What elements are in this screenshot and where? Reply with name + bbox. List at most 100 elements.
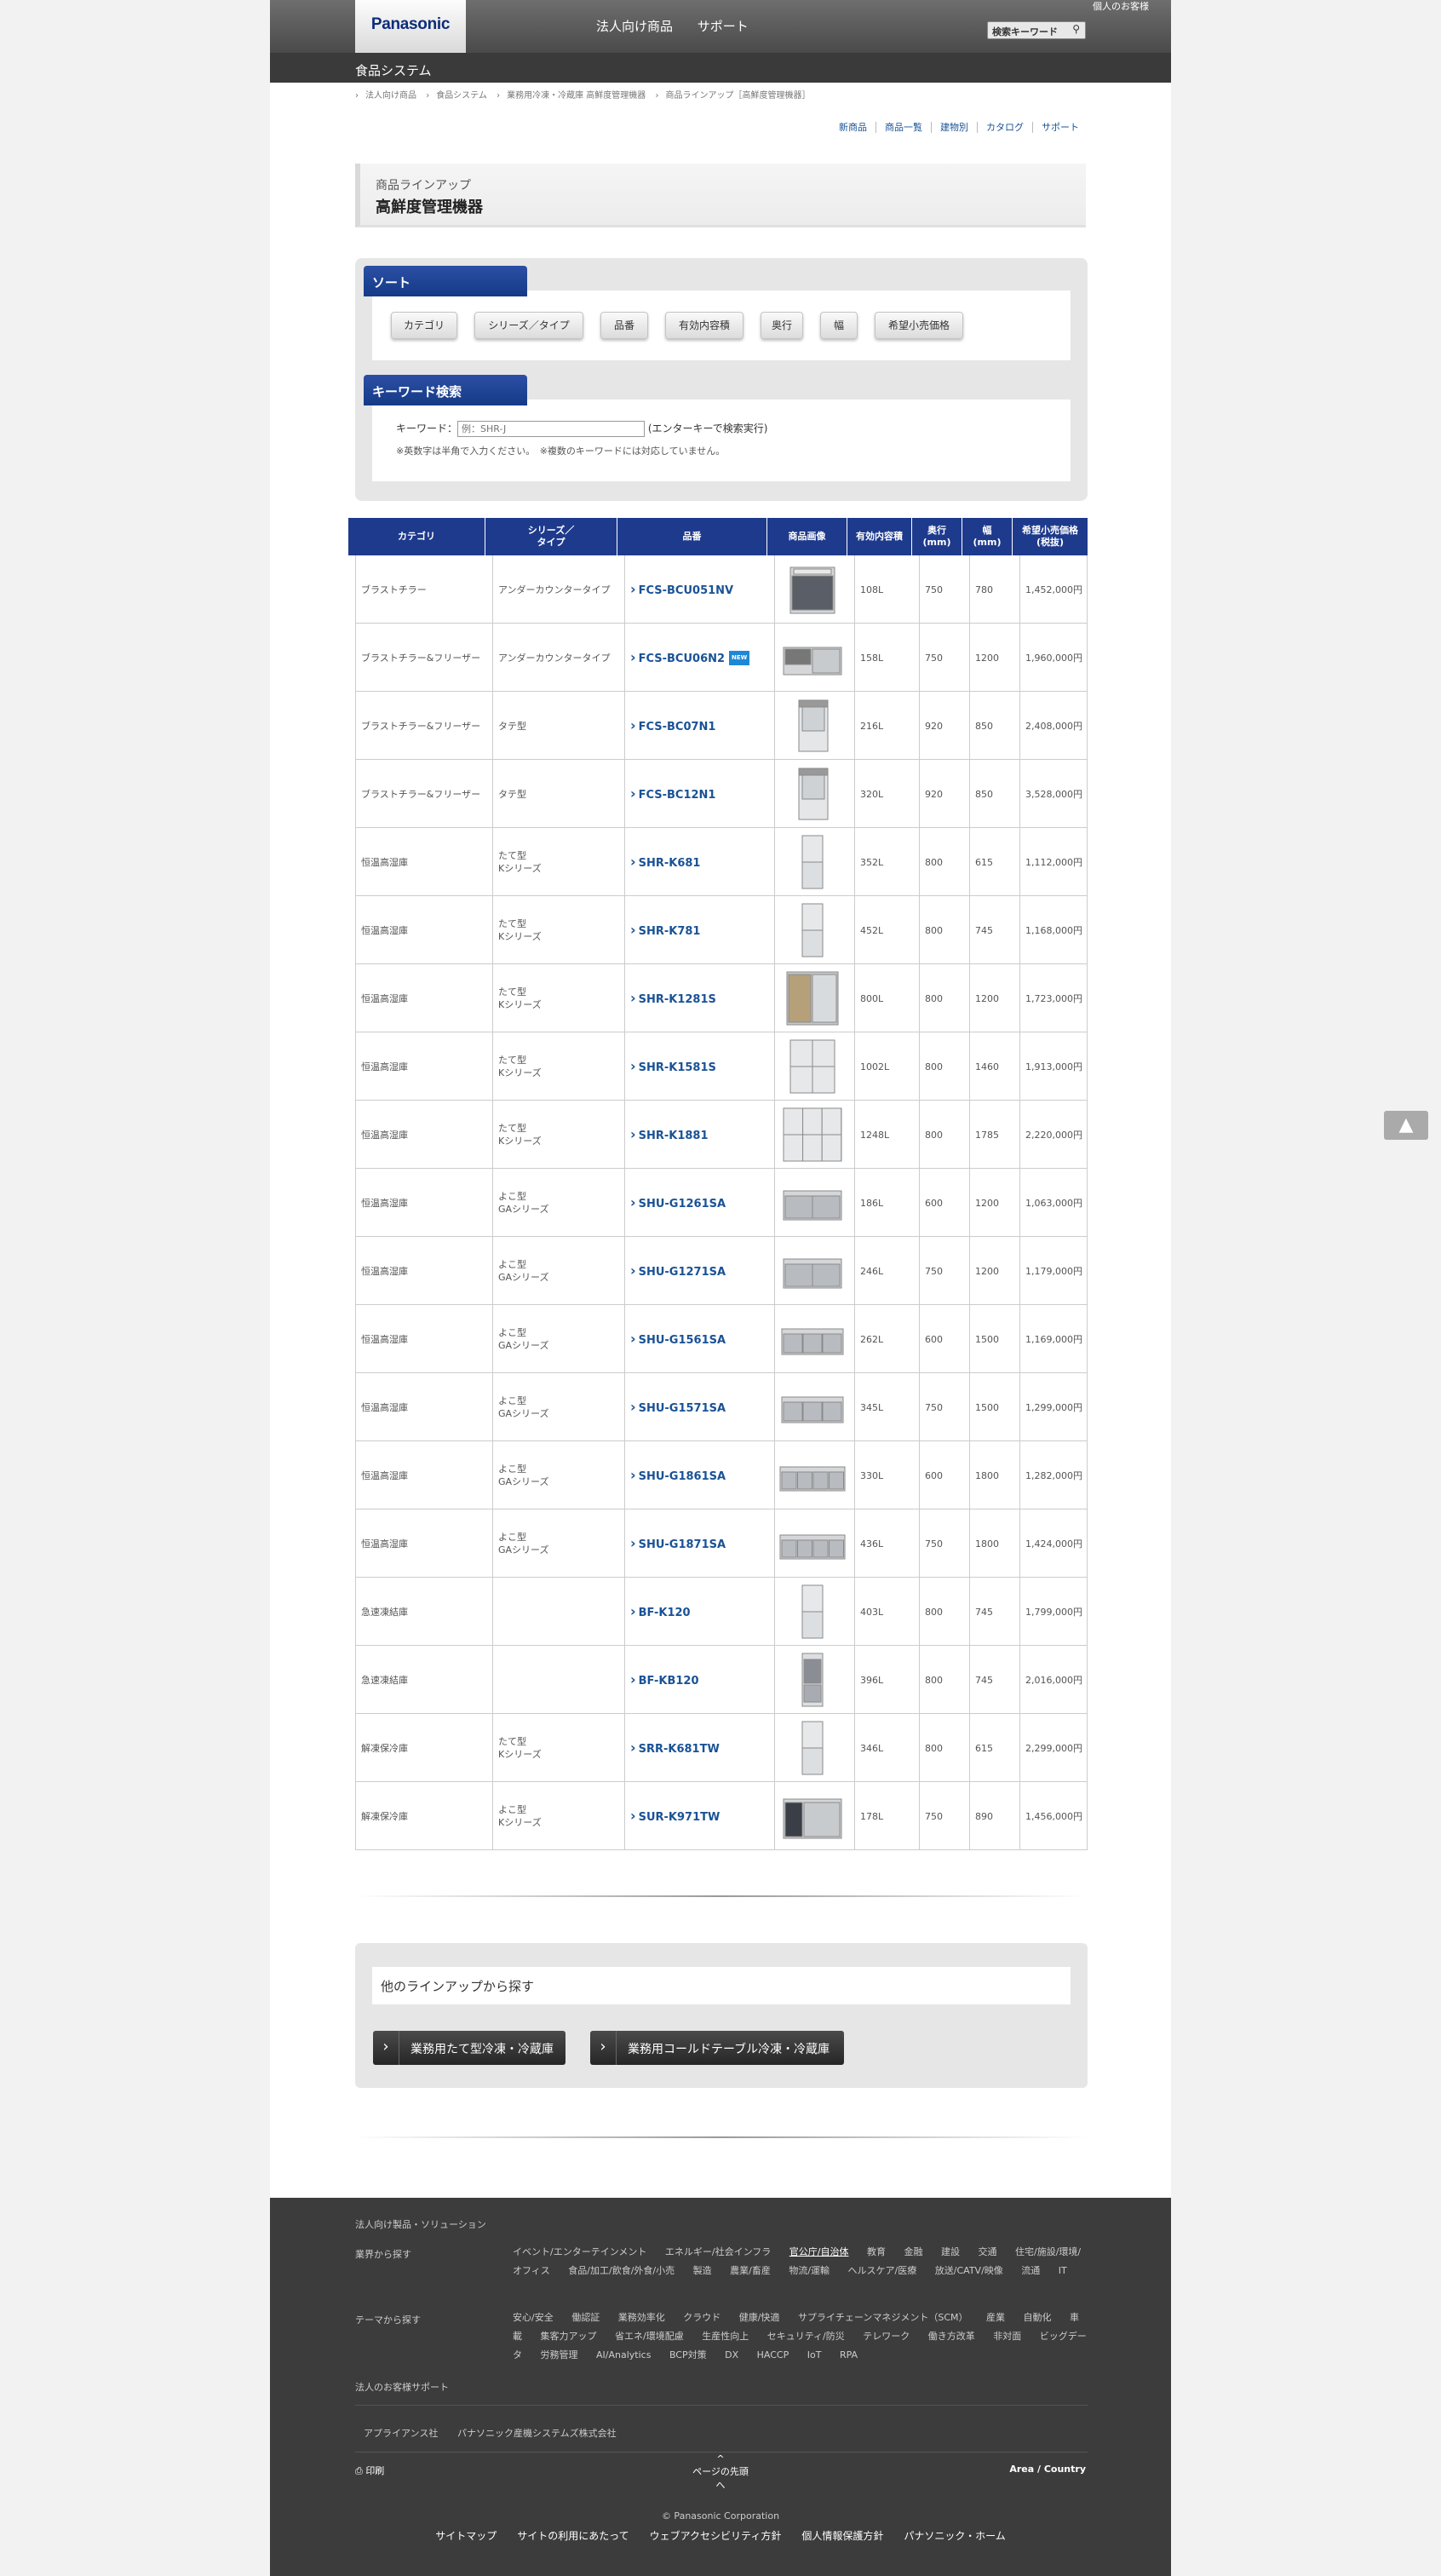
support-link[interactable]: 法人のお客様サポート [355,2380,449,2394]
footer-link[interactable]: 安心/安全 [513,2312,554,2323]
pagetop-link[interactable]: ^ ページの先頭へ [689,2453,752,2492]
product-image[interactable] [778,765,847,823]
footer-link[interactable]: 生産性向上 [702,2331,749,2342]
sort-category-button[interactable]: カテゴリ [391,312,457,339]
keyword-input[interactable] [457,421,646,437]
model-link[interactable]: SHU-G1861SA [630,1469,726,1483]
footer-link[interactable]: 物流/運輸 [789,2265,830,2276]
model-link[interactable]: FCS-BC12N1 [630,787,716,802]
footer-link[interactable]: エネルギー/社会インフラ [665,2246,771,2257]
footer-link[interactable]: RPA [840,2349,858,2360]
breadcrumb-item[interactable]: 法人向け商品 [355,91,416,101]
util-list[interactable]: 商品一覧 [876,122,931,133]
model-link[interactable]: SHU-G1561SA [630,1332,726,1347]
footer-link[interactable]: 交通 [978,2246,996,2257]
model-link[interactable]: SHR-K681 [630,855,701,870]
product-image[interactable] [778,1378,847,1436]
product-image[interactable] [778,969,847,1027]
footer-link[interactable]: 自動化 [1024,2312,1052,2323]
product-image[interactable] [778,1583,847,1641]
print-link[interactable]: ⎙ 印刷 [355,2464,384,2477]
footer-link[interactable]: 製造 [693,2265,712,2276]
util-new[interactable]: 新商品 [830,122,876,133]
bottom-link[interactable]: ウェブアクセシビリティ方針 [650,2530,782,2542]
model-link[interactable]: FCS-BCU051NV [630,583,734,597]
sort-model-button[interactable]: 品番 [600,312,648,339]
cold-table-button[interactable]: 業務用コールドテーブル冷凍・冷蔵庫 [590,2031,844,2065]
breadcrumb-item[interactable]: 業務用冷凍・冷蔵庫 高鮮度管理機器 [497,91,646,101]
product-image[interactable] [778,1106,847,1164]
nav-business[interactable]: 法人向け商品 [596,19,673,34]
product-image[interactable] [778,901,847,959]
model-link[interactable]: BF-KB120 [630,1673,699,1688]
panasonic-logo[interactable]: Panasonic [355,0,466,53]
sort-price-button[interactable]: 希望小売価格 [875,312,963,339]
model-link[interactable]: SHU-G1271SA [630,1264,726,1279]
footer-link[interactable]: 集客力アップ [541,2331,597,2342]
area-country-link[interactable]: Area / Country [1009,2464,1086,2475]
product-image[interactable] [778,697,847,755]
scroll-top-button[interactable]: ▲ [1384,1111,1428,1140]
footer-link[interactable]: 建設 [941,2246,960,2257]
breadcrumb-item[interactable]: 食品システム [426,91,487,101]
footer-link[interactable]: 食品/加工/飲食/外食/小売 [568,2265,675,2276]
model-link[interactable]: SHU-G1261SA [630,1196,726,1210]
footer-link[interactable]: 労務管理 [541,2349,578,2360]
model-link[interactable]: SHR-K1281S [630,992,716,1006]
footer-link[interactable]: 教育 [867,2246,886,2257]
model-link[interactable]: SUR-K971TW [630,1809,720,1824]
vertical-fridge-button[interactable]: 業務用たて型冷凍・冷蔵庫 [373,2031,565,2065]
util-building[interactable]: 建物別 [931,122,977,133]
footer-link[interactable]: 金融 [904,2246,922,2257]
model-link[interactable]: BF-K120 [630,1605,691,1619]
footer-link[interactable]: 健康/快適 [739,2312,780,2323]
util-catalog[interactable]: カタログ [977,122,1032,133]
sort-depth-button[interactable]: 奥行 [761,312,803,339]
model-link[interactable]: SHR-K1881 [630,1128,709,1142]
footer-link[interactable]: BCP対策 [669,2349,707,2360]
product-image[interactable] [778,1515,847,1573]
footer-link[interactable]: IT [1059,2265,1067,2276]
bottom-link[interactable]: パナソニック・ホーム [904,2530,1005,2542]
footer-link[interactable]: ヘルスケア/医療 [848,2265,917,2276]
footer-link[interactable]: 流通 [1021,2265,1040,2276]
model-link[interactable]: FCS-BCU06N2 [630,651,725,665]
footer-link[interactable]: 働認証 [571,2312,600,2323]
footer-link[interactable]: テレワーク [863,2331,910,2342]
footer-link[interactable]: 働き方改革 [928,2331,975,2342]
product-image[interactable] [778,1446,847,1504]
section-title[interactable]: 食品システム [355,63,432,78]
bottom-link[interactable]: 個人情報保護方針 [801,2530,883,2542]
sort-width-button[interactable]: 幅 [820,312,858,339]
product-image[interactable] [778,1038,847,1095]
model-link[interactable]: SHU-G1571SA [630,1400,726,1415]
product-image[interactable] [778,1310,847,1368]
footer-link[interactable]: 省エネ/環境配慮 [615,2331,684,2342]
product-image[interactable] [778,1242,847,1300]
footer-link[interactable]: 産業 [986,2312,1005,2323]
footer-link[interactable]: DX [725,2349,738,2360]
footer-link[interactable]: HACCP [757,2349,789,2360]
product-image[interactable] [778,1174,847,1232]
nav-support[interactable]: サポート [698,19,749,34]
footer-link[interactable]: セキュリティ/防災 [767,2331,845,2342]
footer-link[interactable]: イベント/エンターテインメント [513,2246,646,2257]
footer-link[interactable]: ⾮対面 [993,2331,1021,2342]
footer-link[interactable]: AI/Analytics [596,2349,651,2360]
personal-link[interactable]: 個人のお客様 [1093,0,1149,14]
footer-link[interactable]: 官公庁/自治体 [789,2246,849,2257]
footer-link[interactable]: IoT [807,2349,822,2360]
magnifier-icon[interactable]: ⚲ [1072,23,1080,35]
product-image[interactable] [778,1651,847,1709]
sort-series-button[interactable]: シリーズ／タイプ [474,312,583,339]
bottom-link[interactable]: サイトマップ [435,2530,497,2542]
product-image[interactable] [778,1787,847,1845]
footer-link[interactable]: 放送/CATV/映像 [935,2265,1003,2276]
footer-link[interactable]: サプライチェーンマネジメント（SCM） [798,2312,968,2323]
sort-volume-button[interactable]: 有効内容積 [665,312,743,339]
model-link[interactable]: SHU-G1871SA [630,1537,726,1551]
product-image[interactable] [778,629,847,687]
product-image[interactable] [778,1719,847,1777]
footer-link[interactable]: 業務効率化 [618,2312,665,2323]
footer-link[interactable]: 農業/畜産 [730,2265,771,2276]
